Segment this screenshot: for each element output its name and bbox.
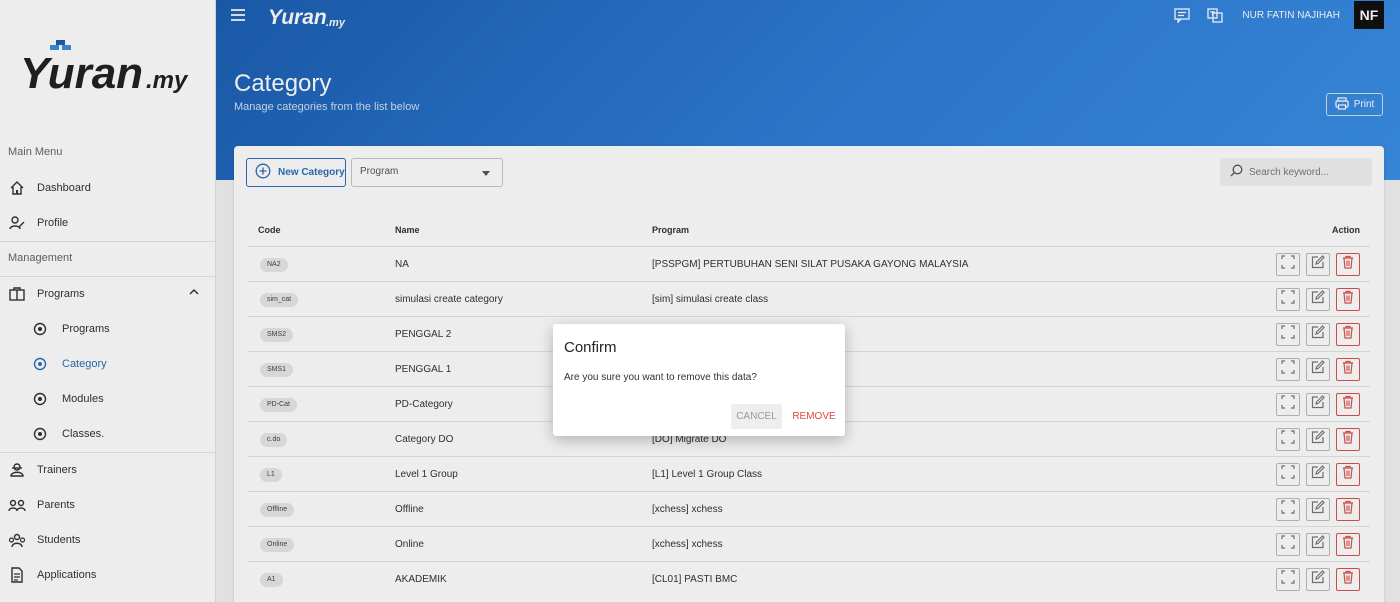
confirm-dialog: Confirm Are you sure you want to remove … [553,324,845,436]
remove-button[interactable]: REMOVE [789,404,839,429]
modal-backdrop[interactable] [0,0,1400,602]
cancel-button[interactable]: CANCEL [731,404,782,429]
dialog-message: Are you sure you want to remove this dat… [564,372,757,383]
dialog-title: Confirm [564,339,617,356]
